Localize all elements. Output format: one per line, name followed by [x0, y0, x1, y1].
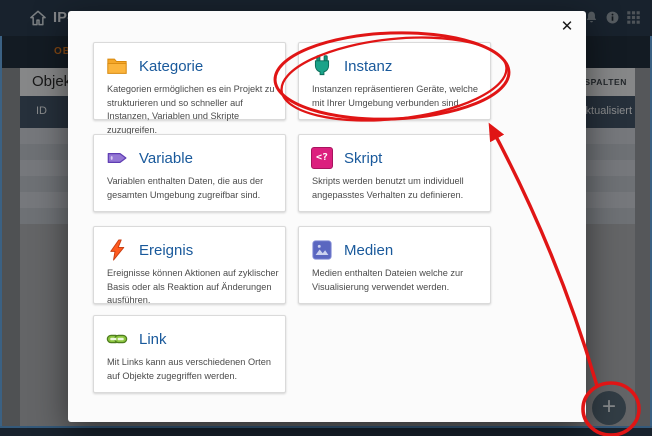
card-title: Skript	[344, 150, 382, 167]
screenshot-root: IP-Symcon OBJEKTBAUM Objektbaum	[0, 0, 652, 436]
plug-icon	[311, 55, 333, 77]
card-link[interactable]: Link Mit Links kann aus verschiedenen Or…	[93, 315, 286, 393]
card-title: Variable	[139, 150, 193, 167]
lightning-icon	[106, 239, 128, 261]
card-title: Instanz	[344, 58, 392, 75]
card-title: Medien	[344, 242, 393, 259]
card-desc: Medien enthalten Dateien welche zur Visu…	[312, 267, 484, 294]
card-desc: Variablen enthalten Daten, die aus der g…	[107, 175, 279, 202]
card-variable[interactable]: Variable Variablen enthalten Daten, die …	[93, 134, 286, 212]
card-title: Link	[139, 331, 167, 348]
card-title: Ereignis	[139, 242, 193, 259]
chain-link-icon	[106, 328, 128, 350]
card-kategorie[interactable]: Kategorie Kategorien ermöglichen es ein …	[93, 42, 286, 120]
card-medien[interactable]: Medien Medien enthalten Dateien welche z…	[298, 226, 491, 304]
tag-icon	[106, 147, 128, 169]
card-title: Kategorie	[139, 58, 203, 75]
card-desc: Ereignisse können Aktionen auf zyklische…	[107, 267, 279, 308]
add-object-dialog: ✕ Kategorie Kategorien ermöglichen es ei…	[68, 11, 586, 422]
card-instanz[interactable]: Instanz Instanzen repräsentieren Geräte,…	[298, 42, 491, 120]
card-skript[interactable]: <? Skript Skripts werden benutzt um indi…	[298, 134, 491, 212]
folder-icon	[106, 55, 128, 77]
close-icon[interactable]: ✕	[556, 16, 578, 38]
image-icon	[311, 239, 333, 261]
card-desc: Skripts werden benutzt um individuell an…	[312, 175, 484, 202]
card-desc: Mit Links kann aus verschiedenen Orten a…	[107, 356, 279, 383]
card-ereignis[interactable]: Ereignis Ereignisse können Aktionen auf …	[93, 226, 286, 304]
card-desc: Instanzen repräsentieren Geräte, welche …	[312, 83, 484, 110]
card-desc: Kategorien ermöglichen es ein Projekt zu…	[107, 83, 279, 137]
script-icon: <?	[311, 147, 333, 169]
